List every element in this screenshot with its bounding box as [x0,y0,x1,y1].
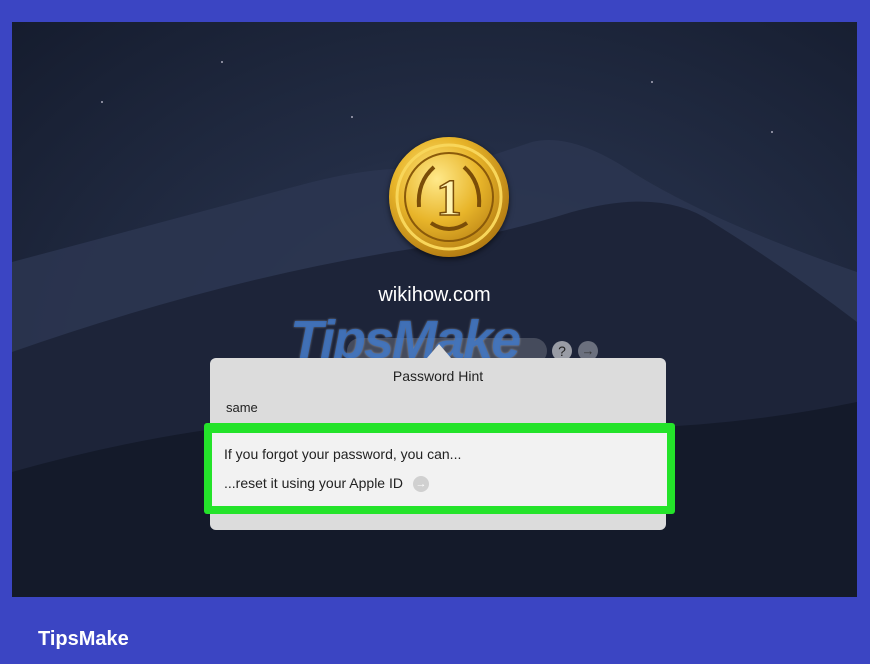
medal-digit: 1 [436,170,462,227]
recovery-prompt: If you forgot your password, you can... [224,446,462,462]
popover-title: Password Hint [392,368,484,384]
popover-pointer [427,344,451,358]
gold-medal-icon: 1 [395,143,503,251]
brand-logo: TipsMake [38,628,129,650]
reset-with-apple-id-link[interactable]: ...reset it using your Apple ID → [224,475,429,493]
reset-password-option[interactable]: If you forgot your password, you can... … [212,433,667,506]
user-avatar[interactable]: 1 [389,137,509,257]
reset-link-label: ...reset it using your Apple ID [224,475,403,491]
username-label: wikihow.com [378,284,491,306]
hint-text: same [226,400,258,415]
arrow-right-icon[interactable]: → [412,476,429,493]
highlight-box: If you forgot your password, you can... … [204,423,675,514]
